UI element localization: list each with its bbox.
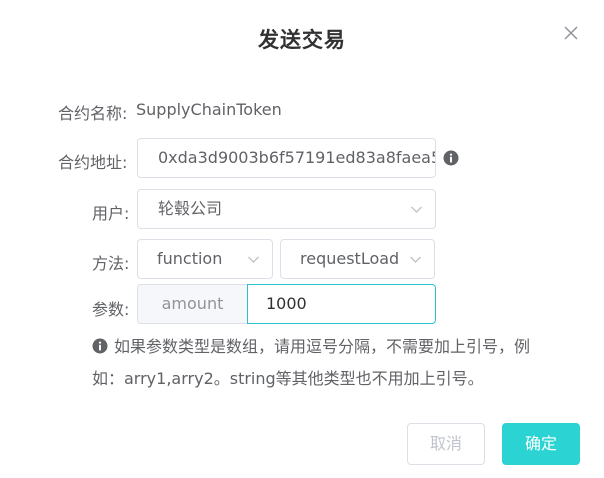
method-name-value: requestLoad [300, 249, 400, 268]
close-icon [564, 26, 578, 40]
contract-name-label: 合约名称: [58, 104, 128, 123]
contract-address-label: 合约地址: [58, 153, 128, 172]
close-button[interactable] [564, 26, 584, 46]
hint-text-1: 如果参数类型是数组，请用逗号分隔，不需要加上引号，例 [114, 337, 531, 356]
cancel-button[interactable]: 取消 [407, 423, 485, 465]
param-hint: 如果参数类型是数组，请用逗号分隔，不需要加上引号，例 如：arry1,arry2… [92, 331, 592, 395]
method-name-select[interactable]: requestLoad [280, 239, 435, 279]
user-select-value: 轮毂公司 [158, 199, 223, 218]
info-icon [92, 338, 108, 354]
user-label: 用户: [92, 204, 130, 223]
user-select[interactable]: 轮毂公司 [137, 189, 436, 229]
chevron-down-icon [411, 206, 422, 213]
contract-address-input[interactable]: 0xda3d9003b6f57191ed83a8faea5 [137, 138, 436, 178]
param-value-text: 1000 [266, 294, 307, 313]
contract-address-text: 0xda3d9003b6f57191ed83a8faea5 [158, 148, 436, 167]
method-type-value: function [157, 249, 223, 268]
info-icon[interactable] [443, 150, 459, 166]
confirm-button[interactable]: 确定 [502, 423, 580, 465]
hint-line-2: 如：arry1,arry2。string等其他类型也不用加上引号。 [92, 369, 484, 388]
method-type-select[interactable]: function [137, 239, 273, 279]
dialog-title: 发送交易 [258, 28, 346, 52]
contract-name-value: SupplyChainToken [136, 100, 282, 119]
chevron-down-icon [410, 256, 421, 263]
send-transaction-dialog: 发送交易 合约名称: SupplyChainToken 合约地址: 0xda3d… [0, 0, 604, 478]
param-name-prefix: amount [137, 284, 247, 324]
chevron-down-icon [248, 256, 259, 263]
param-value-input[interactable]: 1000 [247, 284, 436, 324]
method-label: 方法: [92, 254, 130, 273]
hint-line-1: 如果参数类型是数组，请用逗号分隔，不需要加上引号，例 [92, 331, 592, 363]
params-label: 参数: [92, 300, 130, 319]
